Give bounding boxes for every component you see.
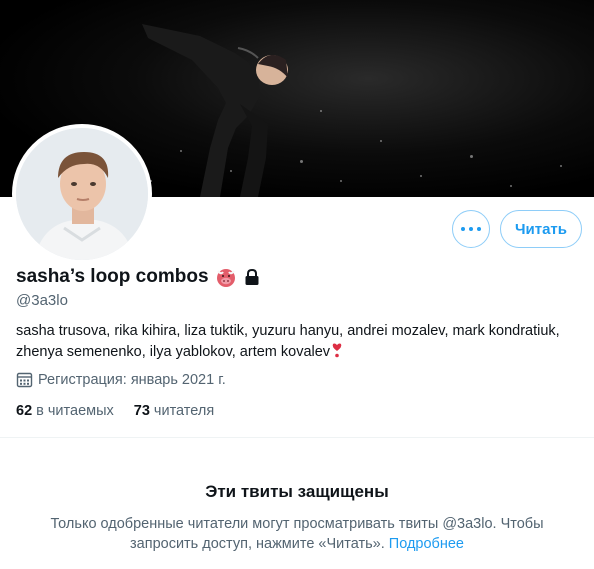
profile-handle: @3a3lo xyxy=(16,292,68,309)
protected-title: Эти твиты защищены xyxy=(205,482,389,501)
joined-date: Регистрация: январь 2021 г. xyxy=(16,371,226,388)
followers-count: 73 xyxy=(133,403,150,419)
profile-bio: sasha trusova, rika kihira, liza tuktik,… xyxy=(16,321,576,363)
profile-display-name: sasha’s loop combos xyxy=(16,266,262,288)
following-label: в читаемых xyxy=(36,403,114,419)
bull-face-icon xyxy=(216,269,235,287)
protected-text: Только одобренные читатели могут просмат… xyxy=(50,516,544,552)
follow-stats: 62 в читаемых 73 читателя xyxy=(16,403,214,419)
joined-text: Регистрация: январь 2021 г. xyxy=(38,371,226,388)
calendar-icon xyxy=(16,372,33,388)
followers-label: читателя xyxy=(153,403,215,419)
divider xyxy=(0,437,594,438)
bio-text: sasha trusova, rika kihira, liza tuktik,… xyxy=(16,323,560,360)
profile-avatar[interactable] xyxy=(12,124,152,264)
display-name-text: sasha’s loop combos xyxy=(16,266,209,287)
following-link[interactable]: 62 в читаемых xyxy=(16,403,114,419)
avatar-photo xyxy=(16,128,148,260)
more-dots-icon xyxy=(461,227,465,231)
heart-exclamation-icon xyxy=(332,343,342,358)
lock-icon xyxy=(245,268,259,285)
protected-message: Только одобренные читатели могут просмат… xyxy=(30,514,564,554)
learn-more-link[interactable]: Подробнее xyxy=(389,536,464,552)
following-count: 62 xyxy=(16,403,33,419)
skater-figure xyxy=(142,24,288,197)
more-options-button[interactable] xyxy=(452,210,490,248)
follow-button[interactable]: Читать xyxy=(500,210,582,248)
followers-link[interactable]: 73 читателя xyxy=(134,403,214,419)
